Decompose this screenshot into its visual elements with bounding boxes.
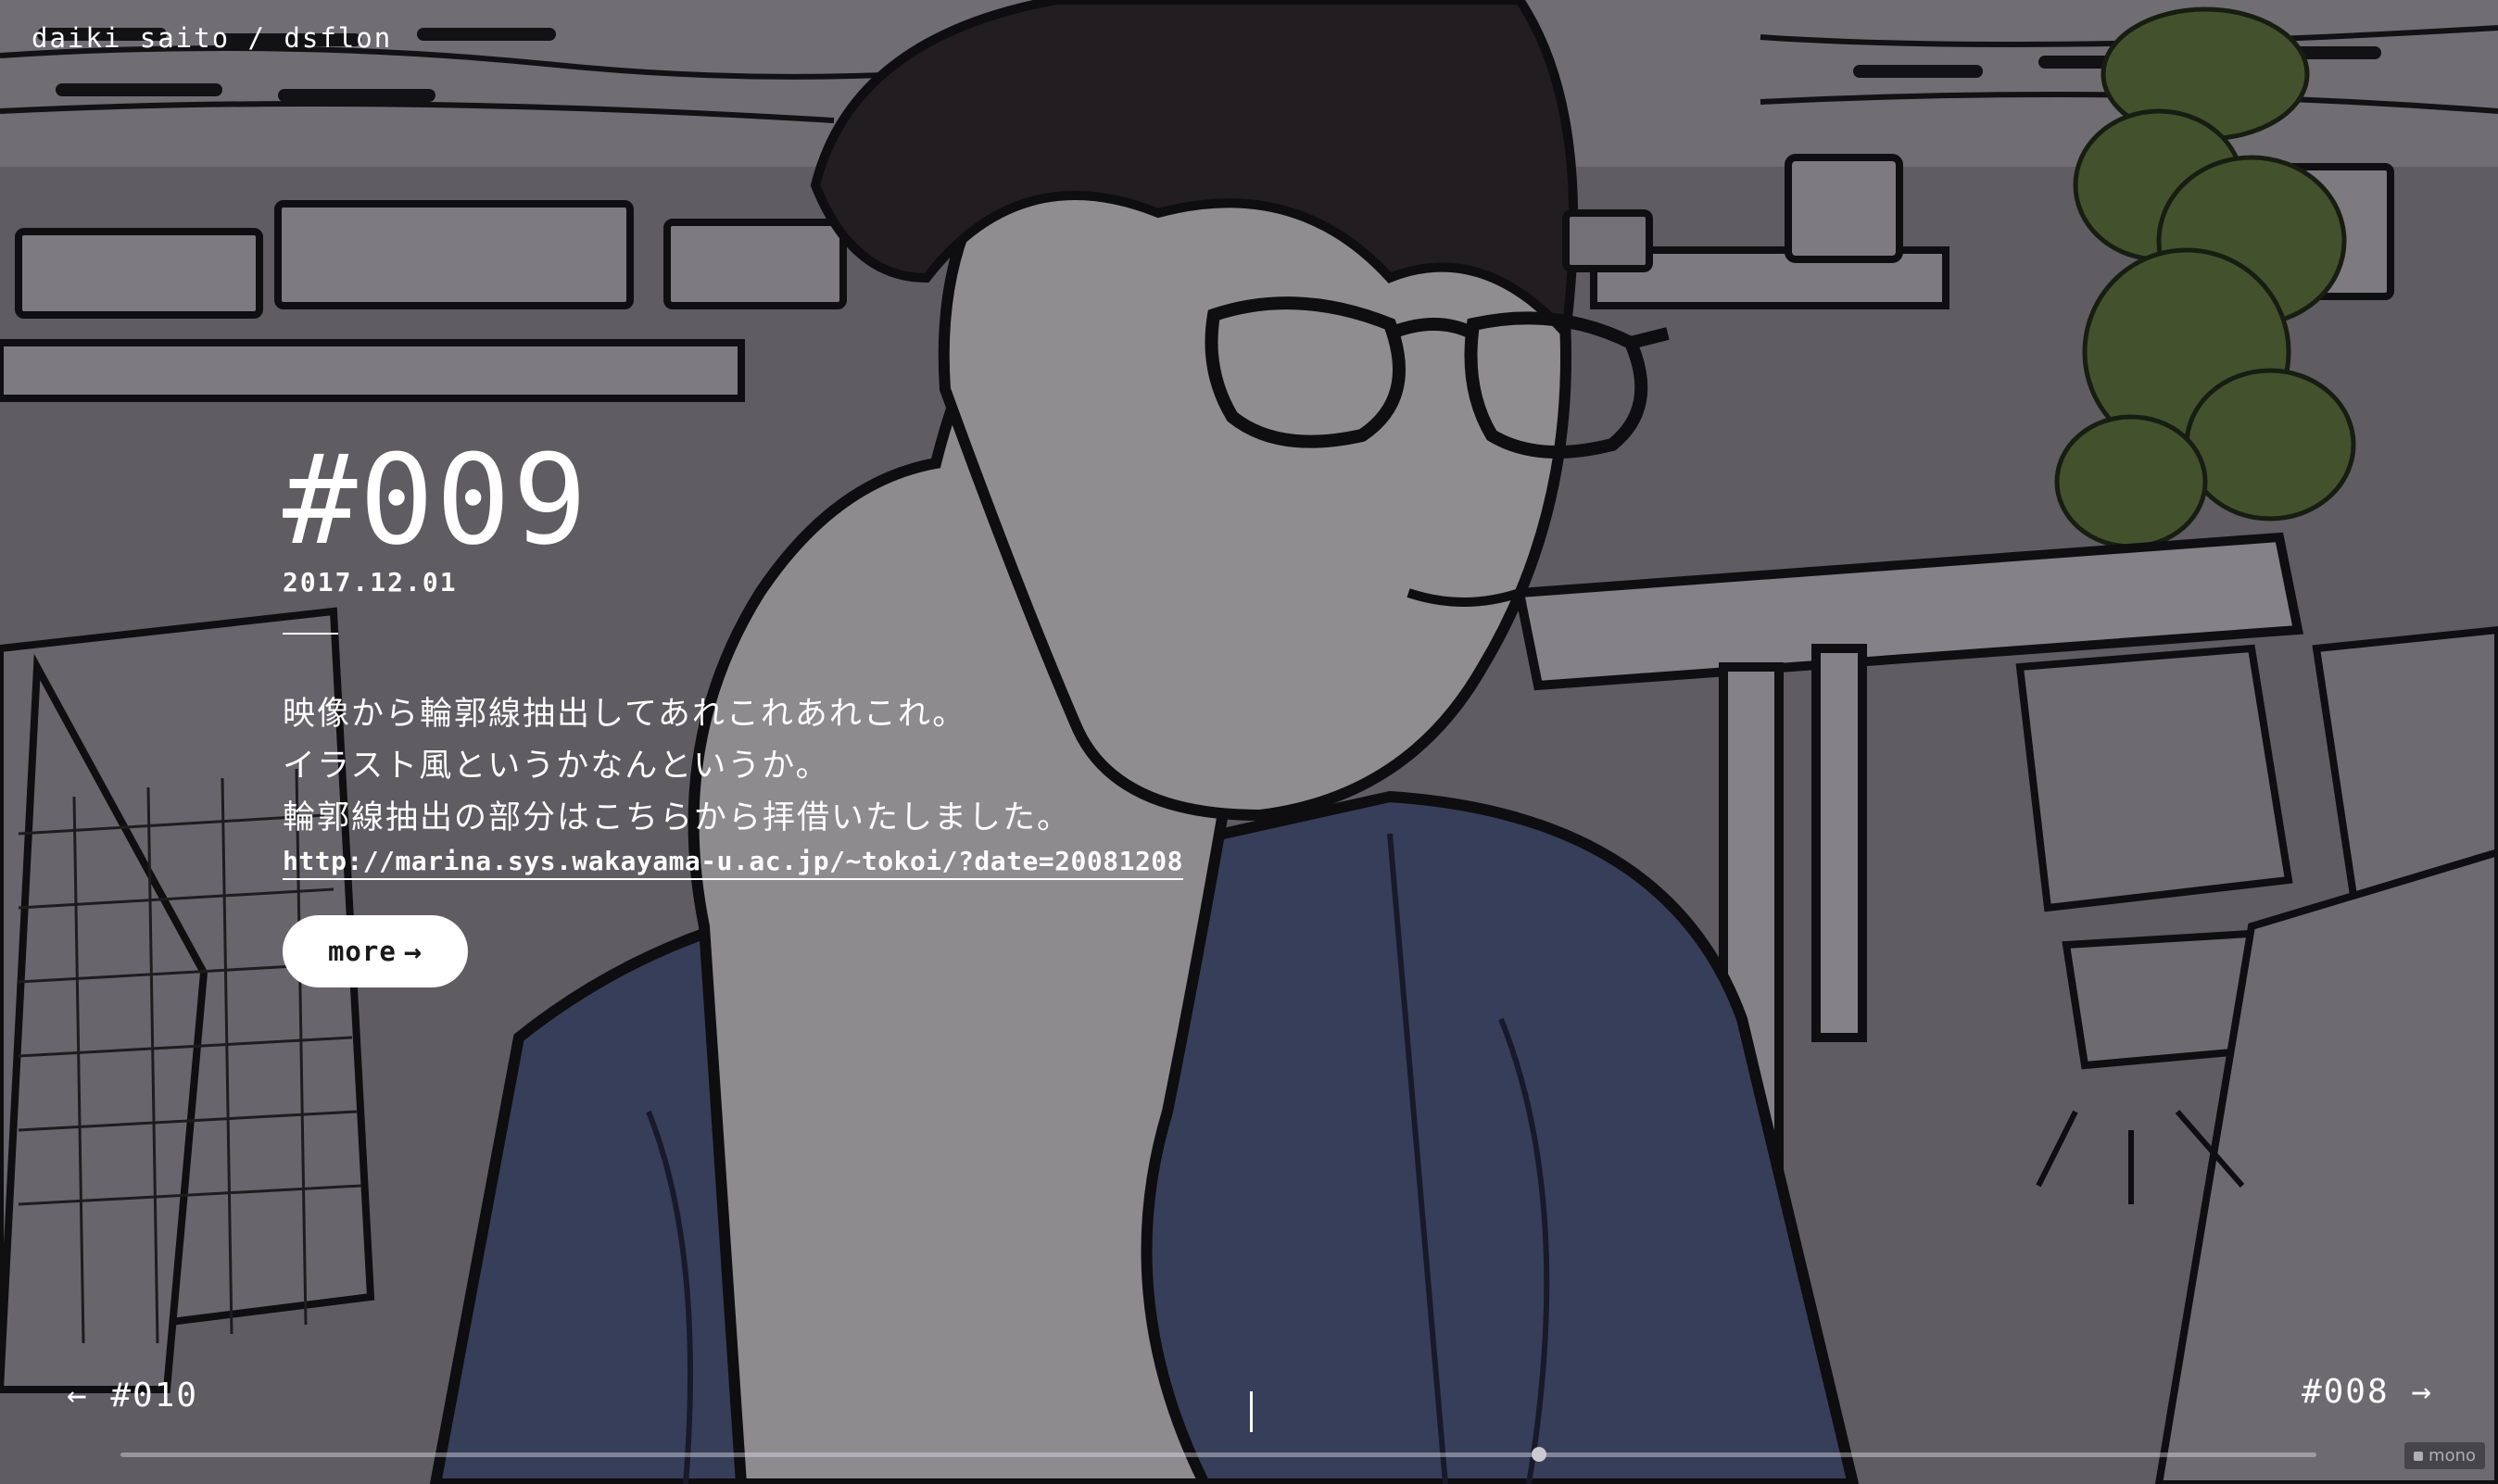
video-progress-bar[interactable] [120, 1453, 2316, 1457]
more-button-label: more [327, 936, 397, 967]
prev-entry-link[interactable]: ← #010 [67, 1377, 198, 1415]
source-link[interactable]: http://marina.sys.wakayama-u.ac.jp/~toko… [283, 846, 1184, 880]
watermark-logo-icon [2414, 1451, 2424, 1461]
watermark-label: mono [2429, 1446, 2476, 1465]
site-title[interactable]: daiki saito / dsflon [32, 22, 392, 54]
next-entry-link[interactable]: #008 → [2302, 1373, 2433, 1411]
description-line: 映像から輪郭線抽出してあれこれあれこれ。 [283, 696, 967, 733]
scroll-indicator [1250, 1391, 1253, 1432]
video-progress-knob[interactable] [1532, 1447, 1547, 1462]
description-line: イラスト風というかなんというか。 [283, 748, 830, 785]
description-line: 輪郭線抽出の部分はこちらから拝借いたしました。 [283, 799, 1072, 836]
entry-content: #009 2017.12.01 映像から輪郭線抽出してあれこれあれこれ。 イラス… [283, 435, 1580, 987]
entry-description: 映像から輪郭線抽出してあれこれあれこれ。 イラスト風というかなんというか。 輪郭… [283, 688, 1580, 844]
entry-number: #009 [283, 428, 589, 572]
video-stage: daiki saito / dsflon #009 2017.12.01 映像か… [0, 0, 2498, 1484]
right-arrow-icon: → [403, 934, 423, 969]
watermark: mono [2404, 1442, 2485, 1469]
divider [283, 633, 338, 635]
more-button[interactable]: more → [283, 915, 468, 987]
